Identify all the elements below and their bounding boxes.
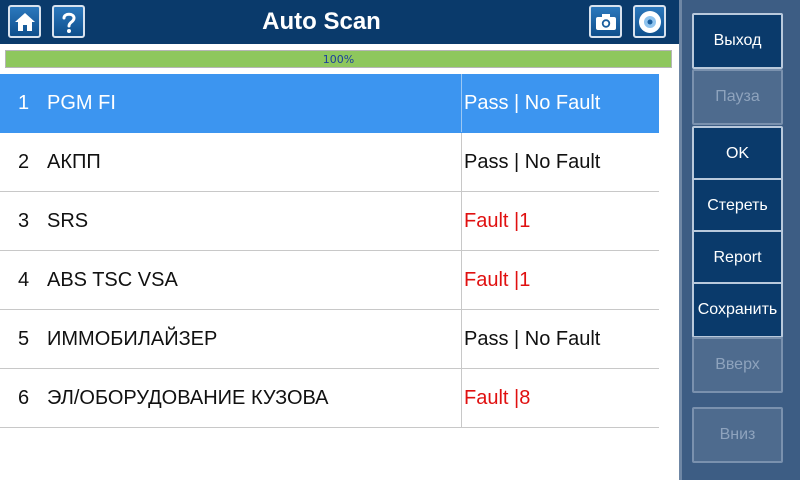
system-name: ЭЛ/ОБОРУДОВАНИЕ КУЗОВА (47, 387, 329, 409)
table-row[interactable]: 5 ИММОБИЛАЙЗЕР Pass | No Fault (0, 310, 659, 369)
disc-button[interactable] (633, 5, 666, 38)
system-status: Pass | No Fault (461, 74, 659, 132)
row-number: 5 (18, 328, 30, 350)
title-bar: Auto Scan (0, 0, 679, 44)
table-row[interactable]: 1 PGM FI Pass | No Fault (0, 74, 659, 133)
scan-progress-bar: 100% (5, 50, 672, 68)
down-button[interactable]: Вниз (692, 407, 783, 463)
system-status: Fault |1 (461, 251, 659, 309)
pause-button[interactable]: Пауза (692, 69, 783, 125)
save-button[interactable]: Сохранить (692, 282, 783, 338)
app-window: Auto Scan 100% 1 PGM FI Pass | No Fault … (0, 0, 800, 480)
exit-button[interactable]: Выход (692, 13, 783, 69)
row-number: 6 (18, 387, 30, 409)
progress-label: 100% (322, 53, 355, 66)
up-button[interactable]: Вверх (692, 337, 783, 393)
help-icon (62, 12, 76, 33)
system-name: АКПП (47, 151, 101, 173)
row-number: 2 (18, 151, 30, 173)
system-name: SRS (47, 210, 89, 232)
home-icon (14, 12, 35, 31)
system-status: Pass | No Fault (461, 133, 659, 191)
row-number: 1 (18, 92, 30, 114)
home-button[interactable] (8, 5, 41, 38)
disc-icon (638, 10, 661, 33)
report-button[interactable]: Report (692, 230, 783, 286)
system-name: ABS TSC VSA (47, 269, 178, 291)
row-number: 4 (18, 269, 30, 291)
system-status: Fault |1 (461, 192, 659, 250)
erase-button[interactable]: Стереть (692, 178, 783, 234)
page-title: Auto Scan (262, 8, 381, 35)
table-row[interactable]: 2 АКПП Pass | No Fault (0, 133, 659, 192)
system-status: Pass | No Fault (461, 310, 659, 368)
system-name: ИММОБИЛАЙЗЕР (47, 328, 218, 350)
help-button[interactable] (52, 5, 85, 38)
system-list: 1 PGM FI Pass | No Fault 2 АКПП Pass | No Fau… (0, 74, 659, 428)
table-row[interactable]: 4 ABS TSC VSA Fault |1 (0, 251, 659, 310)
screenshot-button[interactable] (589, 5, 622, 38)
camera-icon (595, 13, 616, 30)
ok-button[interactable]: OK (692, 126, 783, 182)
table-row[interactable]: 3 SRS Fault |1 (0, 192, 659, 251)
system-name: PGM FI (47, 92, 116, 114)
table-row[interactable]: 6 ЭЛ/ОБОРУДОВАНИЕ КУЗОВА Fault |8 (0, 369, 659, 428)
row-number: 3 (18, 210, 30, 232)
system-status: Fault |8 (461, 369, 659, 427)
